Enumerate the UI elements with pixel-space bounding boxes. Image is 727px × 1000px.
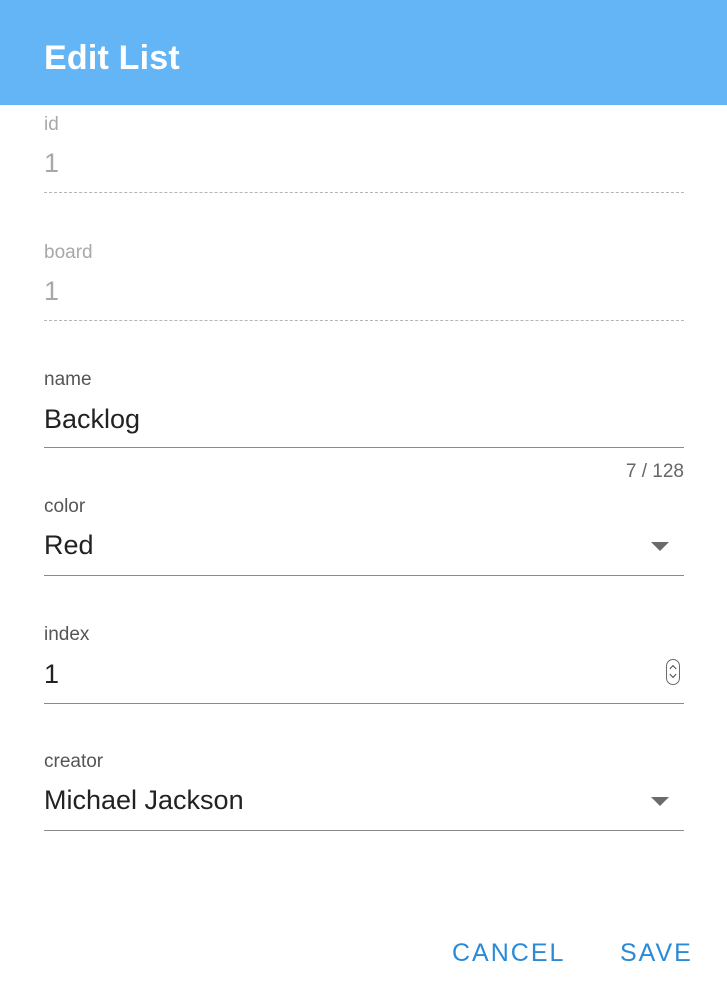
index-field: index <box>44 624 684 704</box>
dialog-title: Edit List <box>44 39 180 77</box>
id-field: id 1 <box>44 114 684 194</box>
id-underline <box>44 192 684 193</box>
name-input[interactable] <box>44 402 644 436</box>
board-underline <box>44 320 684 321</box>
number-spinner-icon[interactable] <box>666 659 680 685</box>
index-input[interactable] <box>44 657 644 691</box>
id-label: id <box>44 114 59 135</box>
board-field: board 1 <box>44 242 684 322</box>
id-value: 1 <box>44 148 60 178</box>
dropdown-arrow-icon[interactable] <box>651 797 669 806</box>
creator-selected-value: Michael Jackson <box>44 785 244 815</box>
name-char-counter: 7 / 128 <box>625 461 684 482</box>
creator-underline <box>44 830 684 831</box>
color-select[interactable]: color Red <box>44 496 684 576</box>
name-field: name 7 / 128 <box>44 369 684 485</box>
dropdown-arrow-icon[interactable] <box>651 542 669 551</box>
index-label: index <box>44 624 90 645</box>
name-label: name <box>44 369 92 390</box>
board-label: board <box>44 242 93 263</box>
cancel-button[interactable]: CANCEL <box>452 936 565 970</box>
save-button[interactable]: SAVE <box>620 936 693 970</box>
creator-label: creator <box>44 751 104 772</box>
spinner-down-icon[interactable] <box>669 670 677 679</box>
board-value: 1 <box>44 276 60 306</box>
name-underline <box>44 447 684 448</box>
index-underline <box>44 703 684 704</box>
edit-list-dialog: Edit List id 1 board 1 name 7 / 128 colo… <box>0 0 727 1000</box>
color-underline <box>44 575 684 576</box>
color-selected-value: Red <box>44 530 94 560</box>
creator-select[interactable]: creator Michael Jackson <box>44 751 684 831</box>
color-label: color <box>44 496 86 517</box>
dialog-header: Edit List <box>0 0 727 105</box>
